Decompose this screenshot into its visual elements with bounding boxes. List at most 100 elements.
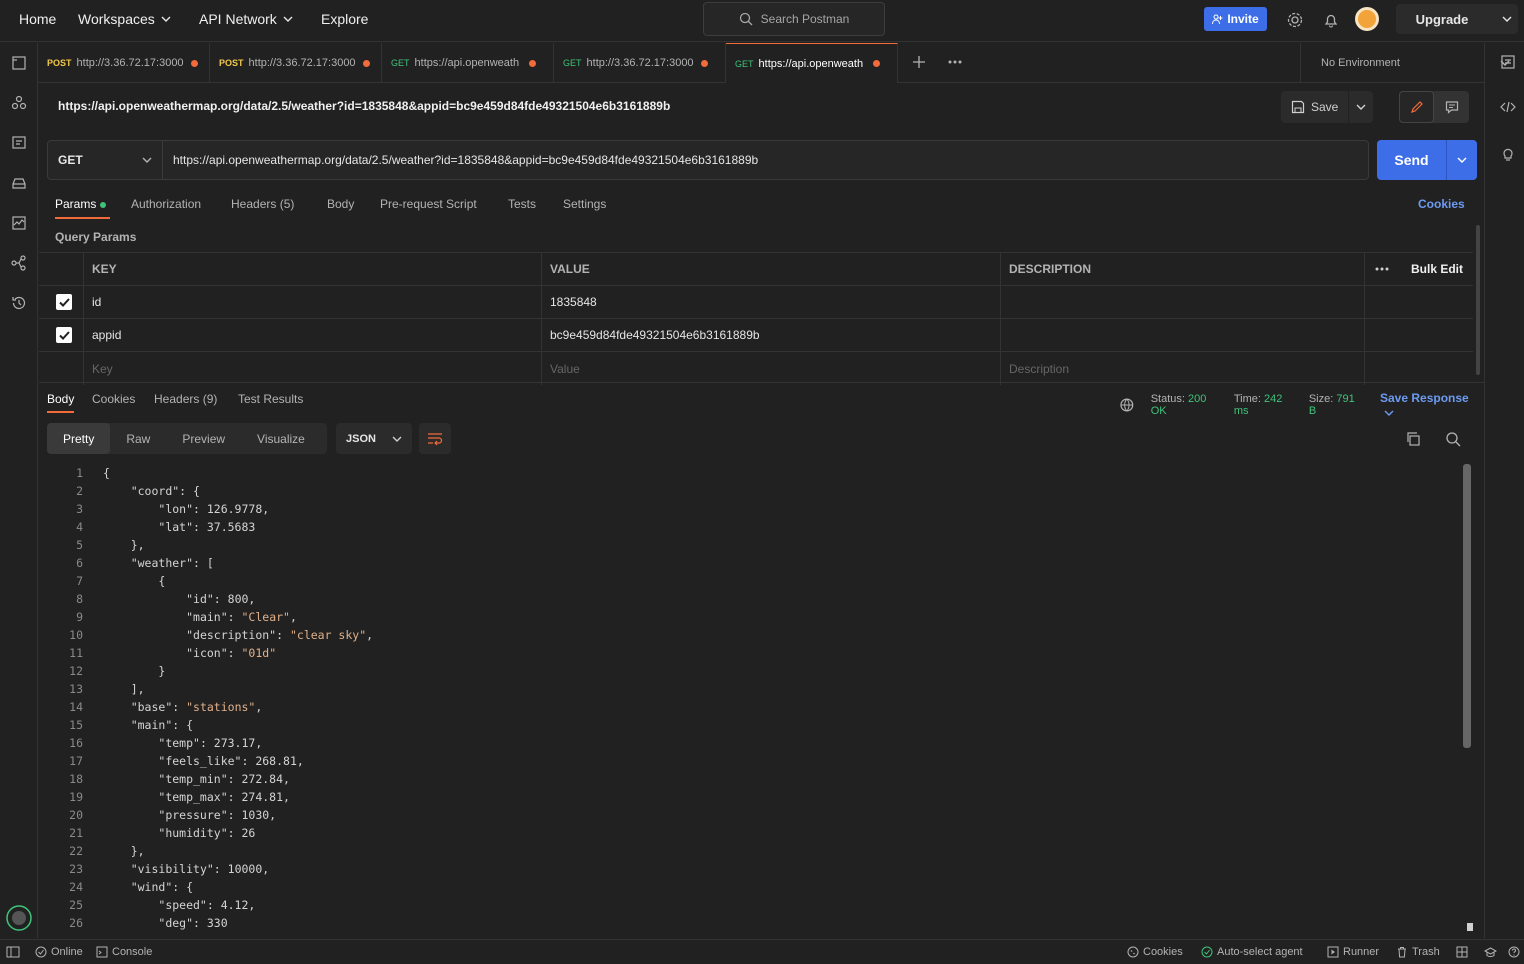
- globe-network-icon[interactable]: [1119, 397, 1135, 413]
- param-value[interactable]: bc9e459d84fde49321504e6b3161889b: [542, 319, 1001, 351]
- header-description: DESCRIPTION: [1001, 253, 1365, 285]
- code-scrollbar[interactable]: [1463, 464, 1471, 748]
- more-tabs-icon[interactable]: [947, 55, 963, 69]
- tab-body[interactable]: Body: [327, 197, 354, 211]
- request-tab[interactable]: POST http://3.36.72.17:3000: [210, 43, 382, 83]
- code-text: "icon": "01d": [186, 646, 277, 660]
- console-button[interactable]: Console: [96, 946, 152, 958]
- more-options-icon[interactable]: [1375, 266, 1389, 272]
- environment-selector[interactable]: No Environment: [1300, 43, 1522, 83]
- invite-label: Invite: [1227, 12, 1259, 26]
- monitors-icon[interactable]: [9, 213, 29, 233]
- chevron-down-icon[interactable]: [1356, 102, 1366, 112]
- copy-icon[interactable]: [1405, 431, 1421, 447]
- resp-tab-body[interactable]: Body: [47, 392, 75, 413]
- request-tab[interactable]: GET https://api.openweath: [382, 43, 554, 83]
- url-input[interactable]: https://api.openweathermap.org/data/2.5/…: [163, 141, 1368, 179]
- notifications-bell-icon[interactable]: [1321, 10, 1341, 30]
- settings-gear-icon[interactable]: [1285, 10, 1305, 30]
- cookies-button[interactable]: Cookies: [1127, 946, 1183, 958]
- line-number: 14: [69, 700, 83, 714]
- active-dot-icon: [100, 201, 107, 208]
- format-select[interactable]: JSON: [336, 423, 412, 454]
- code-text: "humidity": 26: [158, 826, 256, 840]
- resp-tab-test-results[interactable]: Test Results: [238, 392, 303, 406]
- request-tab[interactable]: POST http://3.36.72.17:3000: [38, 43, 210, 83]
- line-number: 13: [69, 682, 83, 696]
- send-options-chevron-icon[interactable]: [1447, 140, 1477, 180]
- lightbulb-icon[interactable]: [1500, 146, 1516, 162]
- params-scrollbar[interactable]: [1476, 225, 1480, 375]
- runner-button[interactable]: Runner: [1327, 946, 1379, 958]
- search-input[interactable]: Search Postman: [703, 2, 885, 36]
- save-response-button[interactable]: Save Response: [1380, 391, 1484, 419]
- method-select[interactable]: GET: [48, 141, 163, 179]
- tab-settings[interactable]: Settings: [563, 197, 606, 211]
- environments-icon[interactable]: [9, 133, 29, 153]
- save-button[interactable]: Save: [1281, 91, 1373, 123]
- chevron-down-icon: [142, 157, 152, 163]
- toggle-sidebar-icon[interactable]: [6, 946, 20, 958]
- help-icon[interactable]: [1508, 946, 1520, 958]
- view-preview[interactable]: Preview: [166, 423, 241, 454]
- apis-icon[interactable]: [9, 93, 29, 113]
- tab-pre-request-script[interactable]: Pre-request Script: [380, 197, 477, 211]
- code-snippet-icon[interactable]: [1500, 99, 1516, 115]
- comment-icon[interactable]: [1434, 91, 1469, 123]
- tab-authorization[interactable]: Authorization: [131, 197, 201, 211]
- new-description-input[interactable]: Description: [1001, 352, 1365, 385]
- edit-pencil-icon[interactable]: [1399, 91, 1434, 123]
- status-label: Status:: [1150, 393, 1185, 405]
- request-title[interactable]: https://api.openweathermap.org/data/2.5/…: [58, 99, 670, 113]
- two-pane-view-icon[interactable]: [1456, 946, 1468, 958]
- request-tab-active[interactable]: GET https://api.openweath: [726, 43, 898, 83]
- param-description[interactable]: [1001, 286, 1365, 318]
- code-text: "temp": 273.17,: [158, 736, 263, 750]
- history-icon[interactable]: [9, 293, 29, 313]
- mock-servers-icon[interactable]: [9, 173, 29, 193]
- trash-button[interactable]: Trash: [1396, 946, 1440, 958]
- tab-params[interactable]: Params: [55, 197, 111, 219]
- param-key[interactable]: id: [84, 286, 542, 318]
- nav-workspaces[interactable]: Workspaces: [78, 11, 171, 27]
- tab-tests[interactable]: Tests: [508, 197, 536, 211]
- bootcamp-icon[interactable]: [1484, 946, 1497, 958]
- invite-button[interactable]: Invite: [1204, 7, 1267, 31]
- table-row-new: Key Value Description: [39, 352, 1473, 385]
- nav-explore[interactable]: Explore: [321, 11, 368, 27]
- chevron-down-icon[interactable]: [1502, 14, 1512, 24]
- response-body-code[interactable]: 1{2 "coord": {3 "lon": 126.9778, 4 "lat":…: [39, 464, 1459, 934]
- param-key[interactable]: appid: [84, 319, 542, 351]
- nav-api-network[interactable]: API Network: [199, 11, 293, 27]
- view-visualize[interactable]: Visualize: [241, 423, 321, 454]
- cookies-link[interactable]: Cookies: [1418, 197, 1465, 211]
- auto-select-agent-button[interactable]: Auto-select agent: [1201, 946, 1303, 958]
- send-button[interactable]: Send: [1377, 140, 1477, 180]
- view-pretty[interactable]: Pretty: [47, 423, 111, 454]
- collections-icon[interactable]: [9, 53, 29, 73]
- upgrade-button[interactable]: Upgrade: [1396, 4, 1518, 34]
- search-icon[interactable]: [1445, 431, 1461, 447]
- avatar[interactable]: [1355, 7, 1379, 31]
- param-checkbox[interactable]: [56, 294, 72, 310]
- nav-home[interactable]: Home: [19, 11, 56, 27]
- new-value-input[interactable]: Value: [542, 352, 1001, 385]
- new-key-input[interactable]: Key: [84, 352, 542, 385]
- save-label: Save: [1311, 100, 1339, 114]
- online-status[interactable]: Online: [35, 946, 83, 958]
- postbot-icon[interactable]: [6, 905, 32, 931]
- param-description[interactable]: [1001, 319, 1365, 351]
- wrap-lines-button[interactable]: [419, 423, 451, 454]
- param-value[interactable]: 1835848: [542, 286, 1001, 318]
- new-tab-plus-icon[interactable]: [912, 55, 926, 69]
- resp-tab-cookies[interactable]: Cookies: [92, 392, 135, 406]
- param-checkbox[interactable]: [56, 327, 72, 343]
- resp-tab-headers[interactable]: Headers (9): [154, 392, 217, 406]
- flows-icon[interactable]: [9, 253, 29, 273]
- tab-headers[interactable]: Headers (5): [231, 197, 294, 211]
- request-tab[interactable]: GET http://3.36.72.17:3000: [554, 43, 726, 83]
- view-raw[interactable]: Raw: [110, 423, 166, 454]
- bulk-edit-button[interactable]: Bulk Edit: [1411, 262, 1463, 276]
- runner-icon: [1327, 946, 1339, 958]
- line-number: 24: [69, 880, 83, 894]
